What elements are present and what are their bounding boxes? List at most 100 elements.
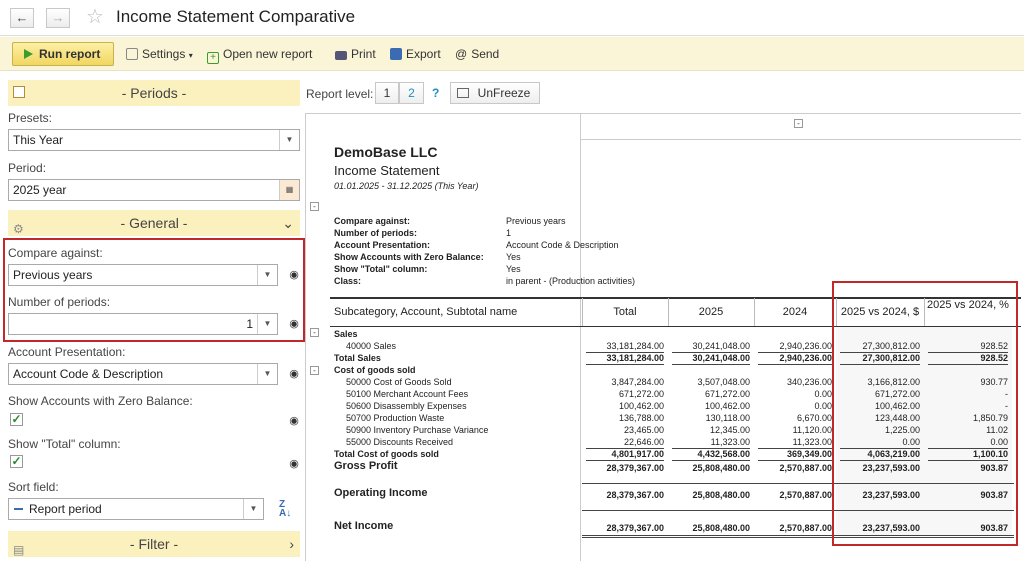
sort-field-icon: [14, 508, 23, 510]
number-of-periods-label: Number of periods:: [8, 295, 111, 309]
column-divider: [754, 298, 755, 326]
period-value: 2025 year: [13, 183, 67, 197]
send-button[interactable]: @ Send: [455, 47, 499, 61]
print-button[interactable]: Print: [335, 47, 376, 61]
column-header: Subcategory, Account, Subtotal name: [334, 306, 518, 318]
presets-select[interactable]: This Year ▼: [8, 129, 300, 151]
new-report-icon: +: [207, 52, 219, 64]
chevron-down-icon[interactable]: ▼: [243, 499, 263, 519]
row-value: 30,241,048.00: [692, 341, 750, 351]
sort-az-icon[interactable]: Z A↓: [279, 500, 291, 519]
period-field[interactable]: 2025 year ▦: [8, 179, 300, 201]
compare-against-value: Previous years: [13, 268, 93, 282]
export-button[interactable]: Export: [390, 47, 441, 61]
chevron-down-icon[interactable]: ⌄: [282, 210, 294, 236]
value-underline: [672, 364, 750, 365]
collapse-icon[interactable]: -: [310, 202, 319, 211]
total-column-label: Show "Total" column:: [8, 437, 121, 451]
eye-icon[interactable]: ◉: [287, 317, 301, 331]
chevron-right-icon[interactable]: ›: [289, 531, 294, 557]
eye-icon[interactable]: ◉: [287, 414, 301, 428]
value-underline: [758, 460, 832, 461]
eye-icon[interactable]: ◉: [287, 367, 301, 381]
report-level-1-button[interactable]: 1: [375, 82, 399, 104]
row-label: 50100 Merchant Account Fees: [346, 389, 469, 399]
toolbar: Run report Settings ▾ + Open new report P…: [0, 37, 1024, 71]
sort-field-label: Sort field:: [8, 480, 59, 494]
row-value: 11,120.00: [792, 425, 832, 435]
collapse-icon[interactable]: -: [310, 366, 319, 375]
printer-icon: [335, 51, 347, 60]
unfreeze-label: UnFreeze: [477, 86, 531, 100]
settings-button[interactable]: Settings ▾: [126, 47, 193, 63]
row-value: 0.00: [814, 389, 832, 399]
net-value: 28,379,367.00: [606, 523, 664, 533]
filter-section-header[interactable]: ▤ - Filter - ›: [8, 531, 300, 557]
account-presentation-label: Account Presentation:: [8, 345, 126, 359]
row-value: 136,788.00: [618, 413, 664, 423]
param-label: Show "Total" column:: [334, 264, 428, 274]
row-value: 11,323.00: [710, 437, 750, 447]
chevron-down-icon[interactable]: ▼: [257, 314, 277, 334]
operating-value: 28,379,367.00: [606, 490, 664, 500]
param-value: Yes: [506, 264, 521, 274]
periods-section-header[interactable]: - Periods -: [8, 80, 300, 106]
value-underline: [586, 460, 664, 461]
report-level-2-button[interactable]: 2: [399, 82, 424, 104]
param-label: Class:: [334, 276, 362, 286]
number-of-periods-field[interactable]: 1 ▼: [8, 313, 278, 335]
account-presentation-select[interactable]: Account Code & Description ▼: [8, 363, 278, 385]
param-value: Yes: [506, 252, 521, 262]
row-label: 50900 Inventory Purchase Variance: [346, 425, 489, 435]
compare-against-select[interactable]: Previous years ▼: [8, 264, 278, 286]
favorite-star-icon[interactable]: ☆: [86, 6, 104, 28]
chevron-down-icon: ▾: [188, 51, 193, 60]
row-value: 0.00: [814, 401, 832, 411]
total-column-checkbox[interactable]: ✓: [10, 455, 23, 468]
zero-balance-checkbox[interactable]: ✓: [10, 413, 23, 426]
open-new-report-button[interactable]: + Open new report: [207, 47, 312, 64]
collapse-icon[interactable]: -: [310, 328, 319, 337]
row-value: 30,241,048.00: [692, 353, 750, 363]
column-header: Total: [613, 306, 637, 318]
column-divider: [668, 298, 669, 326]
row-label: Total Sales: [334, 353, 381, 363]
sort-field-select[interactable]: Report period ▼: [8, 498, 264, 520]
chevron-down-icon[interactable]: ▼: [257, 265, 277, 285]
number-of-periods-value: 1: [246, 317, 253, 331]
chevron-down-icon[interactable]: ▼: [257, 364, 277, 384]
unfreeze-button[interactable]: UnFreeze: [450, 82, 540, 104]
save-disk-icon: [390, 48, 402, 60]
row-value: 671,272.00: [618, 389, 664, 399]
row-value: 23,465.00: [623, 425, 664, 435]
forward-arrow-icon[interactable]: →: [46, 8, 70, 28]
general-header-label: - General -: [120, 215, 188, 231]
back-arrow-icon[interactable]: ←: [10, 8, 34, 28]
report-period: 01.01.2025 - 31.12.2025 (This Year): [334, 181, 479, 191]
period-label: Period:: [8, 161, 47, 175]
net-value: 25,808,480.00: [692, 523, 750, 533]
chevron-down-icon[interactable]: ▼: [279, 130, 299, 150]
run-report-button[interactable]: Run report: [12, 42, 114, 66]
at-sign-icon: @: [455, 47, 468, 61]
row-label: 40000 Sales: [346, 341, 397, 351]
general-section-header[interactable]: ⚙ - General - ⌄: [8, 210, 300, 236]
send-label: Send: [471, 47, 500, 61]
run-report-label: Run report: [39, 47, 101, 61]
row-label: 50000 Cost of Goods Sold: [346, 377, 452, 387]
eye-icon[interactable]: ◉: [287, 268, 301, 282]
collapse-icon[interactable]: -: [794, 119, 803, 128]
row-value: 100,462.00: [704, 401, 750, 411]
report-company: DemoBase LLC: [334, 144, 438, 160]
help-icon[interactable]: ?: [432, 86, 439, 100]
play-icon: [24, 49, 33, 59]
eye-icon[interactable]: ◉: [287, 457, 301, 471]
row-label: Total Cost of goods sold: [334, 449, 439, 459]
param-label: Account Presentation:: [334, 240, 431, 250]
calendar-icon[interactable]: ▦: [279, 180, 299, 200]
row-value: 3,847,284.00: [611, 377, 664, 387]
operating-value: 2,570,887.00: [779, 490, 832, 500]
param-label: Compare against:: [334, 216, 411, 226]
param-label: Number of periods:: [334, 228, 418, 238]
value-underline: [586, 364, 664, 365]
